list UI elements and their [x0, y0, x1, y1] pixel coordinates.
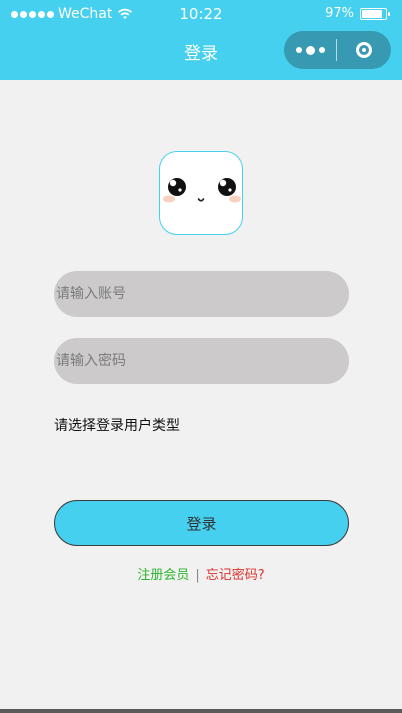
- link-separator: |: [195, 568, 200, 583]
- account-field: [54, 271, 349, 317]
- avatar: [159, 151, 243, 235]
- more-icon[interactable]: [284, 31, 336, 69]
- login-button[interactable]: 登录: [54, 500, 349, 546]
- close-icon[interactable]: [337, 31, 391, 69]
- password-field: [54, 338, 349, 384]
- battery-percent: 97%: [325, 6, 354, 21]
- account-input[interactable]: [54, 271, 349, 317]
- top-bar: WeChat 10:22 97% 登录: [0, 0, 402, 80]
- battery-icon: [360, 8, 390, 20]
- status-right: 97%: [325, 6, 390, 22]
- password-input[interactable]: [54, 338, 349, 384]
- forgot-password-link[interactable]: 忘记密码?: [206, 568, 265, 583]
- bottom-edge: [0, 709, 402, 713]
- status-bar: WeChat 10:22 97%: [0, 0, 402, 28]
- mini-program-capsule: [284, 31, 391, 69]
- register-link[interactable]: 注册会员: [137, 568, 189, 583]
- user-type-selector[interactable]: 请选择登录用户类型: [54, 417, 180, 435]
- auth-links: 注册会员 | 忘记密码?: [0, 567, 402, 585]
- cute-face-icon: [163, 178, 241, 203]
